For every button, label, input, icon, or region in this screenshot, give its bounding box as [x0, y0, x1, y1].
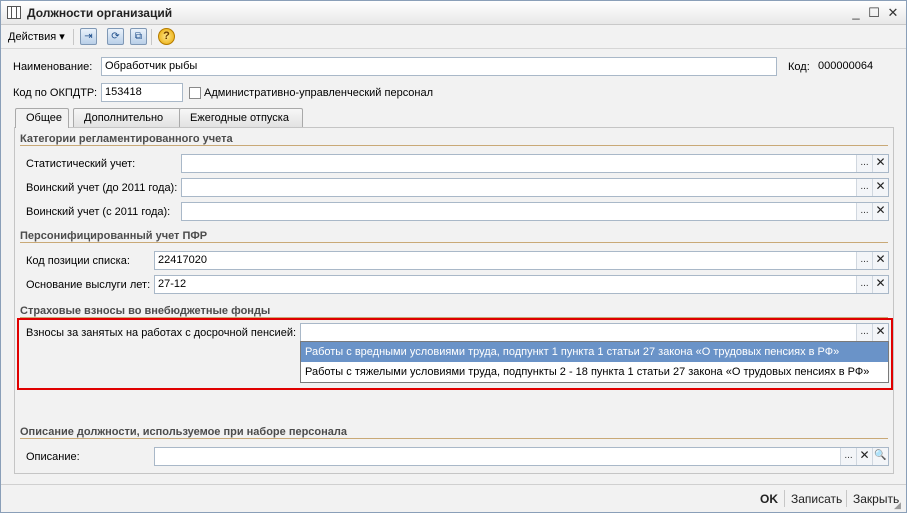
position-code-value: 22417020: [158, 254, 207, 266]
stat-field[interactable]: ... ✕: [181, 154, 889, 173]
description-clear-button[interactable]: ✕: [856, 448, 872, 465]
mil-after-label: Воинский учет (с 2011 года):: [26, 206, 171, 218]
position-code-field[interactable]: 22417020 ... ✕: [154, 251, 889, 270]
goto-icon[interactable]: ⇥: [80, 28, 97, 45]
stat-label: Статистический учет:: [26, 158, 136, 170]
toolbar-separator: [73, 29, 74, 45]
toolbar: Действия ▾ ⇥ ⟳ ⧉ ?: [1, 25, 906, 49]
minimize-button[interactable]: _: [847, 4, 865, 21]
maximize-button[interactable]: ☐: [865, 4, 883, 21]
early-pension-label: Взносы за занятых на работах с досрочной…: [26, 327, 297, 339]
close-form-button[interactable]: Закрыть: [853, 492, 899, 506]
description-field[interactable]: ... ✕ 🔍: [154, 447, 889, 466]
section-insurance-title: Страховые взносы во внебюджетные фонды: [20, 305, 888, 318]
okpdtr-field[interactable]: 153418: [101, 83, 183, 102]
admin-staff-label: Административно-управленческий персонал: [204, 87, 434, 99]
help-icon[interactable]: ?: [158, 28, 175, 45]
copy-icon[interactable]: ⧉: [130, 28, 147, 45]
admin-staff-checkbox[interactable]: [189, 87, 201, 99]
code-label: Код:: [788, 61, 810, 73]
footer-separator: [784, 490, 785, 507]
save-button[interactable]: Записать: [791, 492, 842, 506]
code-value: 000000064: [818, 60, 874, 72]
seniority-clear-button[interactable]: ✕: [872, 276, 888, 293]
early-pension-select-button[interactable]: ...: [856, 324, 872, 341]
search-icon[interactable]: 🔍: [872, 448, 888, 465]
seniority-select-button[interactable]: ...: [856, 276, 872, 293]
stat-select-button[interactable]: ...: [856, 155, 872, 172]
close-button[interactable]: ✕: [884, 4, 902, 21]
footer: OK Записать Закрыть ◢: [1, 484, 906, 512]
name-field[interactable]: Обработчик рыбы: [101, 57, 777, 76]
ok-button[interactable]: OK: [760, 492, 778, 506]
mil-after-clear-button[interactable]: ✕: [872, 203, 888, 220]
name-label: Наименование:: [13, 61, 93, 73]
seniority-value: 27-12: [158, 278, 187, 290]
description-select-button[interactable]: ...: [840, 448, 856, 465]
mil-before-select-button[interactable]: ...: [856, 179, 872, 196]
resize-grip-icon[interactable]: ◢: [894, 500, 904, 510]
mil-after-select-button[interactable]: ...: [856, 203, 872, 220]
mil-after-field[interactable]: ... ✕: [181, 202, 889, 221]
seniority-label: Основание выслуги лет:: [26, 279, 151, 291]
section-categories-title: Категории регламентированного учета: [20, 133, 888, 146]
early-pension-clear-button[interactable]: ✕: [872, 324, 888, 341]
position-code-label: Код позиции списка:: [26, 255, 130, 267]
mil-before-clear-button[interactable]: ✕: [872, 179, 888, 196]
section-description-title: Описание должности, используемое при наб…: [20, 426, 888, 439]
seniority-field[interactable]: 27-12 ... ✕: [154, 275, 889, 294]
table-icon: [7, 6, 21, 19]
toolbar-separator: [151, 29, 152, 45]
title-bar: Должности организаций _ ☐ ✕: [1, 1, 906, 25]
window-title: Должности организаций: [27, 6, 173, 20]
okpdtr-label: Код по ОКПДТР:: [13, 87, 98, 99]
stat-clear-button[interactable]: ✕: [872, 155, 888, 172]
window: Должности организаций _ ☐ ✕ Действия ▾ ⇥…: [0, 0, 907, 513]
early-pension-field[interactable]: ... ✕: [300, 323, 889, 342]
description-label: Описание:: [26, 451, 80, 463]
actions-menu[interactable]: Действия ▾: [8, 30, 65, 43]
tab-annual-leave[interactable]: Ежегодные отпуска: [179, 108, 303, 127]
position-code-select-button[interactable]: ...: [856, 252, 872, 269]
mil-before-field[interactable]: ... ✕: [181, 178, 889, 197]
early-pension-dropdown: Работы с вредными условиями труда, подпу…: [300, 341, 889, 383]
footer-separator: [846, 490, 847, 507]
dropdown-option-heavy[interactable]: Работы с тяжелыми условиями труда, подпу…: [301, 362, 888, 382]
section-pfr-title: Персонифицированный учет ПФР: [20, 230, 888, 243]
mil-before-label: Воинский учет (до 2011 года):: [26, 182, 178, 194]
tab-general[interactable]: Общее: [15, 108, 69, 128]
position-code-clear-button[interactable]: ✕: [872, 252, 888, 269]
tab-additional[interactable]: Дополнительно: [73, 108, 181, 127]
refresh-icon[interactable]: ⟳: [107, 28, 124, 45]
dropdown-option-harmful[interactable]: Работы с вредными условиями труда, подпу…: [301, 342, 888, 362]
